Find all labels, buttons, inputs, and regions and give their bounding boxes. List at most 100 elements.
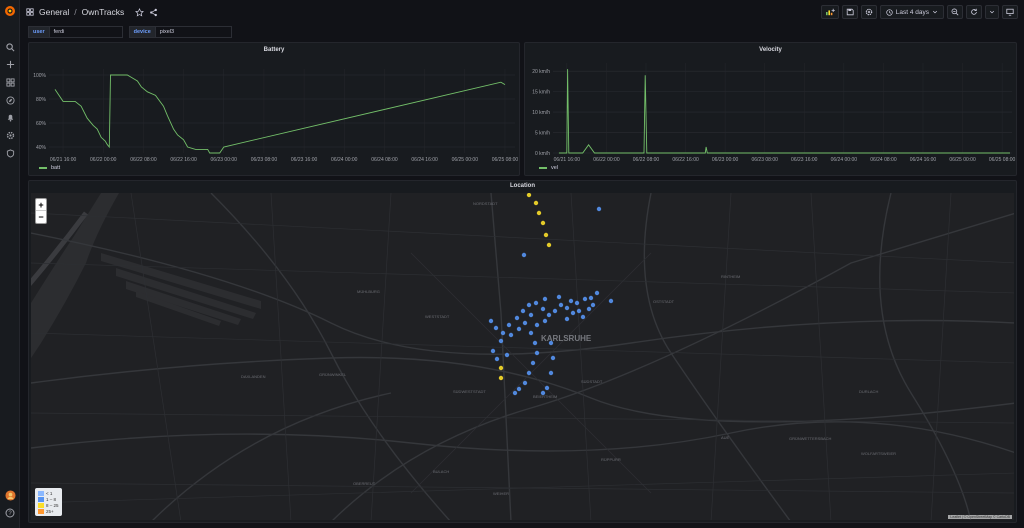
track-point[interactable]: [514, 315, 520, 321]
track-point[interactable]: [596, 206, 602, 212]
plus-icon[interactable]: [4, 58, 16, 70]
track-point[interactable]: [588, 295, 594, 301]
gear-icon[interactable]: [4, 129, 16, 141]
track-point[interactable]: [552, 308, 558, 314]
track-point[interactable]: [540, 306, 546, 312]
track-point[interactable]: [530, 360, 536, 366]
track-point[interactable]: [548, 340, 554, 346]
track-point[interactable]: [504, 352, 510, 358]
track-point[interactable]: [520, 308, 526, 314]
battery-panel[interactable]: Battery 40% 60% 80% 100% 06/21 16:00 06/22 00…: [28, 42, 520, 176]
track-point[interactable]: [498, 365, 504, 371]
track-point[interactable]: [574, 300, 580, 306]
add-panel-button[interactable]: [820, 5, 839, 19]
dashboards-icon[interactable]: [4, 76, 16, 88]
map-canvas[interactable]: NORDSTADT MÜHLBURG WESTSTADT OSTSTADT DA…: [31, 193, 1014, 520]
zoom-out-button[interactable]: −: [36, 211, 46, 223]
breadcrumb-folder[interactable]: General: [39, 7, 69, 17]
track-point[interactable]: [534, 350, 540, 356]
track-point[interactable]: [540, 220, 546, 226]
track-point[interactable]: [564, 316, 570, 322]
track-point[interactable]: [493, 325, 499, 331]
track-point[interactable]: [558, 302, 564, 308]
track-point[interactable]: [526, 370, 532, 376]
track-point[interactable]: [526, 302, 532, 308]
time-range-picker[interactable]: Last 4 days: [879, 5, 944, 19]
user-avatar[interactable]: [4, 489, 16, 501]
track-point[interactable]: [516, 386, 522, 392]
track-point[interactable]: [516, 326, 522, 332]
track-point[interactable]: [522, 320, 528, 326]
track-point[interactable]: [528, 312, 534, 318]
track-point[interactable]: [546, 312, 552, 318]
map-attribution[interactable]: Leaflet | © OpenStreetMap © CartoDB: [948, 515, 1012, 519]
track-point[interactable]: [521, 252, 527, 258]
velocity-panel[interactable]: Velocity 0 km/h 5 km/h 10 km/h 15 km/h 20 km…: [524, 42, 1017, 176]
track-point[interactable]: [556, 294, 562, 300]
track-point[interactable]: [608, 298, 614, 304]
track-point[interactable]: [542, 296, 548, 302]
panel-title[interactable]: Battery: [29, 47, 519, 53]
track-point[interactable]: [490, 348, 496, 354]
track-point[interactable]: [512, 390, 518, 396]
track-point[interactable]: [494, 356, 500, 362]
series-line-vel[interactable]: [558, 69, 1010, 154]
track-point[interactable]: [540, 390, 546, 396]
track-point[interactable]: [586, 306, 592, 312]
track-point[interactable]: [536, 210, 542, 216]
track-point[interactable]: [590, 302, 596, 308]
track-point[interactable]: [580, 314, 586, 320]
share-icon[interactable]: [149, 8, 158, 17]
refresh-button[interactable]: [966, 5, 982, 19]
save-dashboard-button[interactable]: [841, 5, 858, 19]
panel-title[interactable]: Location: [29, 183, 1016, 189]
track-point[interactable]: [506, 322, 512, 328]
track-point[interactable]: [546, 242, 552, 248]
variable-user-select[interactable]: ferdi: [49, 26, 123, 38]
explore-icon[interactable]: [4, 94, 16, 106]
location-panel[interactable]: Location NORDSTADT MÜHLBURG WESTSTADT OS…: [28, 180, 1017, 523]
track-point[interactable]: [498, 338, 504, 344]
refresh-interval-dropdown[interactable]: [985, 5, 999, 19]
variable-device-select[interactable]: pixel3: [155, 26, 232, 38]
track-point[interactable]: [528, 330, 534, 336]
battery-chart[interactable]: 40% 60% 80% 100% 06/21 16:00 06/22 00:00 06/22…: [29, 57, 519, 165]
track-point[interactable]: [526, 193, 532, 198]
zoom-out-time-button[interactable]: [947, 5, 963, 19]
track-point[interactable]: [544, 385, 550, 391]
dashboard-title[interactable]: OwnTracks: [82, 7, 125, 17]
track-point[interactable]: [498, 375, 504, 381]
zoom-in-button[interactable]: +: [36, 199, 46, 211]
star-icon[interactable]: [135, 7, 145, 17]
legend-item-batt[interactable]: batt: [39, 165, 60, 171]
series-line-batt[interactable]: [54, 74, 506, 154]
track-point[interactable]: [543, 232, 549, 238]
track-point[interactable]: [488, 318, 494, 324]
track-point[interactable]: [548, 370, 554, 376]
panel-title[interactable]: Velocity: [525, 47, 1016, 53]
help-icon[interactable]: ?: [4, 507, 16, 519]
track-point[interactable]: [576, 308, 582, 314]
track-point[interactable]: [500, 330, 506, 336]
track-point[interactable]: [568, 298, 574, 304]
track-point[interactable]: [534, 322, 540, 328]
track-point[interactable]: [508, 332, 514, 338]
track-point[interactable]: [532, 340, 538, 346]
track-point[interactable]: [533, 300, 539, 306]
dashboard-settings-button[interactable]: [860, 5, 877, 19]
track-point[interactable]: [582, 296, 588, 302]
track-point[interactable]: [550, 355, 556, 361]
legend-item-vel[interactable]: vel: [539, 165, 558, 171]
search-icon[interactable]: [4, 41, 16, 53]
shield-icon[interactable]: [4, 147, 16, 159]
track-point[interactable]: [542, 318, 548, 324]
map-view[interactable]: NORDSTADT MÜHLBURG WESTSTADT OSTSTADT DA…: [31, 193, 1014, 520]
velocity-chart[interactable]: 0 km/h 5 km/h 10 km/h 15 km/h 20 km/h 06/21 1…: [525, 57, 1016, 165]
track-point[interactable]: [564, 305, 570, 311]
track-point[interactable]: [533, 200, 539, 206]
grafana-logo-icon[interactable]: [4, 5, 16, 17]
track-point[interactable]: [522, 380, 528, 386]
track-point[interactable]: [570, 310, 576, 316]
alerting-bell-icon[interactable]: [4, 111, 16, 123]
view-mode-button[interactable]: [1002, 5, 1018, 19]
